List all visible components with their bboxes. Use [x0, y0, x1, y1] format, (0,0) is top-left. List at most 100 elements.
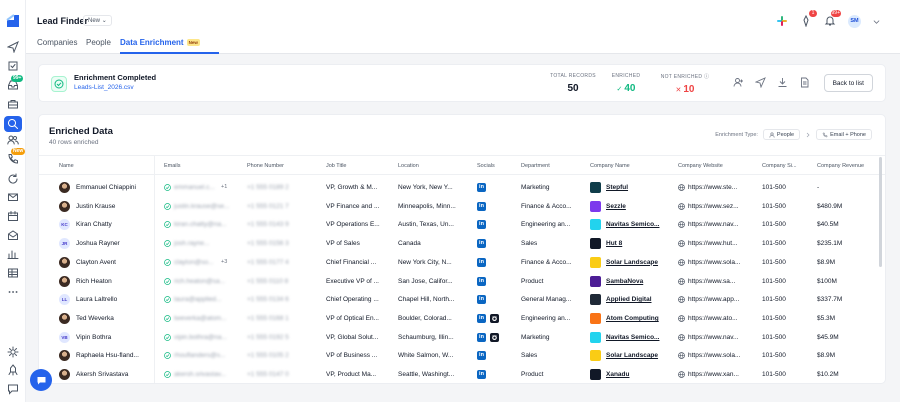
integration-icon[interactable]: 1 — [800, 10, 817, 27]
linkedin-icon[interactable]: in — [477, 313, 486, 323]
table-row[interactable]: Akersh Srivastava akersh.srivastav... +1 5… — [39, 365, 885, 383]
table-row[interactable]: KC Kiran Chatty kiran.chatty@na... +1 555 0… — [39, 215, 885, 234]
person-name[interactable]: Emmanuel Chiappini — [76, 178, 154, 197]
phone-value[interactable]: +1 555 0110 8 — [247, 272, 317, 291]
column-header[interactable]: Department — [521, 163, 550, 169]
person-name[interactable]: Ted Weverka — [76, 309, 154, 328]
company-website-link[interactable]: https://www.app... — [688, 290, 754, 309]
column-header[interactable]: Company Website — [678, 163, 723, 169]
sidebar-briefcase-icon[interactable] — [7, 98, 19, 110]
table-row[interactable]: VB Vipin Bothra vipin.bothra@na... +1 555 0… — [39, 328, 885, 347]
phone-value[interactable]: +1 555 0192 5 — [247, 328, 317, 347]
company-name-link[interactable]: Solar Landscape — [606, 346, 676, 365]
email-value[interactable]: justin.krause@se... — [174, 197, 236, 216]
sidebar-rocket-icon[interactable] — [7, 364, 19, 376]
column-header[interactable]: Company Si... — [762, 163, 797, 169]
linkedin-icon[interactable]: in — [477, 276, 486, 286]
column-header[interactable]: Company Name — [590, 163, 630, 169]
sidebar-calendar-icon[interactable] — [7, 210, 19, 222]
tab-companies[interactable]: Companies — [37, 38, 77, 47]
email-value[interactable]: josh.rayne... — [174, 234, 236, 253]
company-website-link[interactable]: https://www.nav... — [688, 328, 754, 347]
phone-value[interactable]: +1 555 0189 2 — [247, 178, 317, 197]
tab-people[interactable]: People — [86, 38, 111, 47]
person-name[interactable]: Kiran Chatty — [76, 215, 154, 234]
more-emails-count[interactable]: +1 — [221, 178, 235, 197]
company-name-link[interactable]: Hut 8 — [606, 234, 676, 253]
phone-value[interactable]: +1 555 0156 3 — [247, 234, 317, 253]
company-website-link[interactable]: https://www.sez... — [688, 197, 754, 216]
linkedin-icon[interactable]: in — [477, 239, 486, 249]
person-name[interactable]: Clayton Avent — [76, 253, 154, 272]
company-name-link[interactable]: Navitas Semico... — [606, 215, 676, 234]
tab-data-enrichment[interactable]: Data Enrichment New — [120, 38, 200, 47]
linkedin-icon[interactable]: in — [477, 332, 486, 342]
table-row[interactable]: Rich Heaton rich.heaton@sa... +1 555 0110 … — [39, 272, 885, 291]
person-name[interactable]: Laura Laltrello — [76, 290, 154, 309]
company-website-link[interactable]: https://www.ste... — [688, 178, 754, 197]
linkedin-icon[interactable]: in — [477, 220, 486, 230]
company-website-link[interactable]: https://www.sola... — [688, 346, 754, 365]
phone-value[interactable]: +1 555 0105 2 — [247, 346, 317, 365]
send-icon[interactable] — [755, 77, 766, 88]
column-header[interactable]: Socials — [477, 163, 495, 169]
company-website-link[interactable]: https://www.sa... — [688, 272, 754, 291]
sidebar-users-icon[interactable] — [7, 134, 19, 146]
info-icon[interactable]: ⓘ — [704, 74, 709, 80]
linkedin-icon[interactable]: in — [477, 370, 486, 379]
app-logo-icon[interactable] — [6, 14, 20, 28]
person-name[interactable]: Joshua Rayner — [76, 234, 154, 253]
company-website-link[interactable]: https://www.sola... — [688, 253, 754, 272]
linkedin-icon[interactable]: in — [477, 201, 486, 211]
column-header[interactable]: Phone Number — [247, 163, 284, 169]
company-website-link[interactable]: https://www.hut... — [688, 234, 754, 253]
person-name[interactable]: Raphaela Hsu-fland... — [76, 346, 154, 365]
company-name-link[interactable]: Applied Digital — [606, 290, 676, 309]
email-value[interactable]: laura@applied... — [174, 290, 236, 309]
table-row[interactable]: Ted Weverka tweverka@atom... +1 555 0168 1… — [39, 309, 885, 328]
phone-value[interactable]: +1 555 0177 4 — [247, 253, 317, 272]
version-dropdown[interactable]: New ⌄ — [83, 15, 112, 26]
column-header[interactable]: Company Revenue — [817, 163, 864, 169]
github-icon[interactable] — [490, 313, 499, 323]
sidebar-chart-icon[interactable] — [7, 248, 19, 260]
email-value[interactable]: akersh.srivastav... — [174, 365, 236, 383]
sidebar-settings-icon[interactable] — [7, 346, 19, 358]
sidebar-send-icon[interactable] — [7, 41, 19, 53]
user-avatar[interactable]: SM — [848, 14, 861, 28]
column-header[interactable]: Location — [398, 163, 419, 169]
chat-support-button[interactable] — [30, 369, 52, 391]
table-row[interactable]: Raphaela Hsu-fland... rhouflanders@s... +1… — [39, 346, 885, 365]
back-to-list-button[interactable]: Back to list — [823, 74, 873, 92]
table-row[interactable]: JR Joshua Rayner josh.rayne... +1 555 0156 … — [39, 234, 885, 253]
linkedin-icon[interactable]: in — [477, 351, 486, 361]
add-person-icon[interactable] — [733, 77, 744, 88]
phone-value[interactable]: +1 555 0147 0 — [247, 365, 317, 383]
phone-value[interactable]: +1 555 0168 1 — [247, 309, 317, 328]
company-website-link[interactable]: https://www.ato... — [688, 309, 754, 328]
table-row[interactable]: Justin Krause justin.krause@se... +1 555 0… — [39, 197, 885, 216]
phone-value[interactable]: +1 555 0143 9 — [247, 215, 317, 234]
email-value[interactable]: kiran.chatty@na... — [174, 215, 236, 234]
email-value[interactable]: rich.heaton@sa... — [174, 272, 236, 291]
company-name-link[interactable]: Xanadu — [606, 365, 676, 383]
download-icon[interactable] — [777, 77, 788, 88]
sidebar-search-icon[interactable] — [4, 116, 22, 132]
person-name[interactable]: Rich Heaton — [76, 272, 154, 291]
sidebar-more-icon[interactable] — [7, 286, 19, 298]
table-row[interactable]: Clayton Avent clayton@so... +3 +1 555 0177 … — [39, 253, 885, 272]
company-name-link[interactable]: Solar Landscape — [606, 253, 676, 272]
more-emails-count[interactable]: +3 — [221, 253, 235, 272]
company-name-link[interactable]: Sezzle — [606, 197, 676, 216]
sidebar-chat-icon[interactable] — [7, 383, 19, 395]
document-icon[interactable] — [799, 77, 810, 88]
sidebar-table-icon[interactable] — [7, 267, 19, 279]
company-name-link[interactable]: Atom Computing — [606, 309, 676, 328]
column-header[interactable]: Emails — [164, 163, 181, 169]
email-value[interactable]: tweverka@atom... — [174, 309, 236, 328]
linkedin-icon[interactable]: in — [477, 183, 486, 192]
column-header[interactable]: Name — [59, 163, 74, 169]
source-file-link[interactable]: Leads-List_2026.csv — [74, 84, 134, 91]
enrichment-type-people-chip[interactable]: People — [762, 129, 801, 140]
phone-value[interactable]: +1 555 0134 6 — [247, 290, 317, 309]
